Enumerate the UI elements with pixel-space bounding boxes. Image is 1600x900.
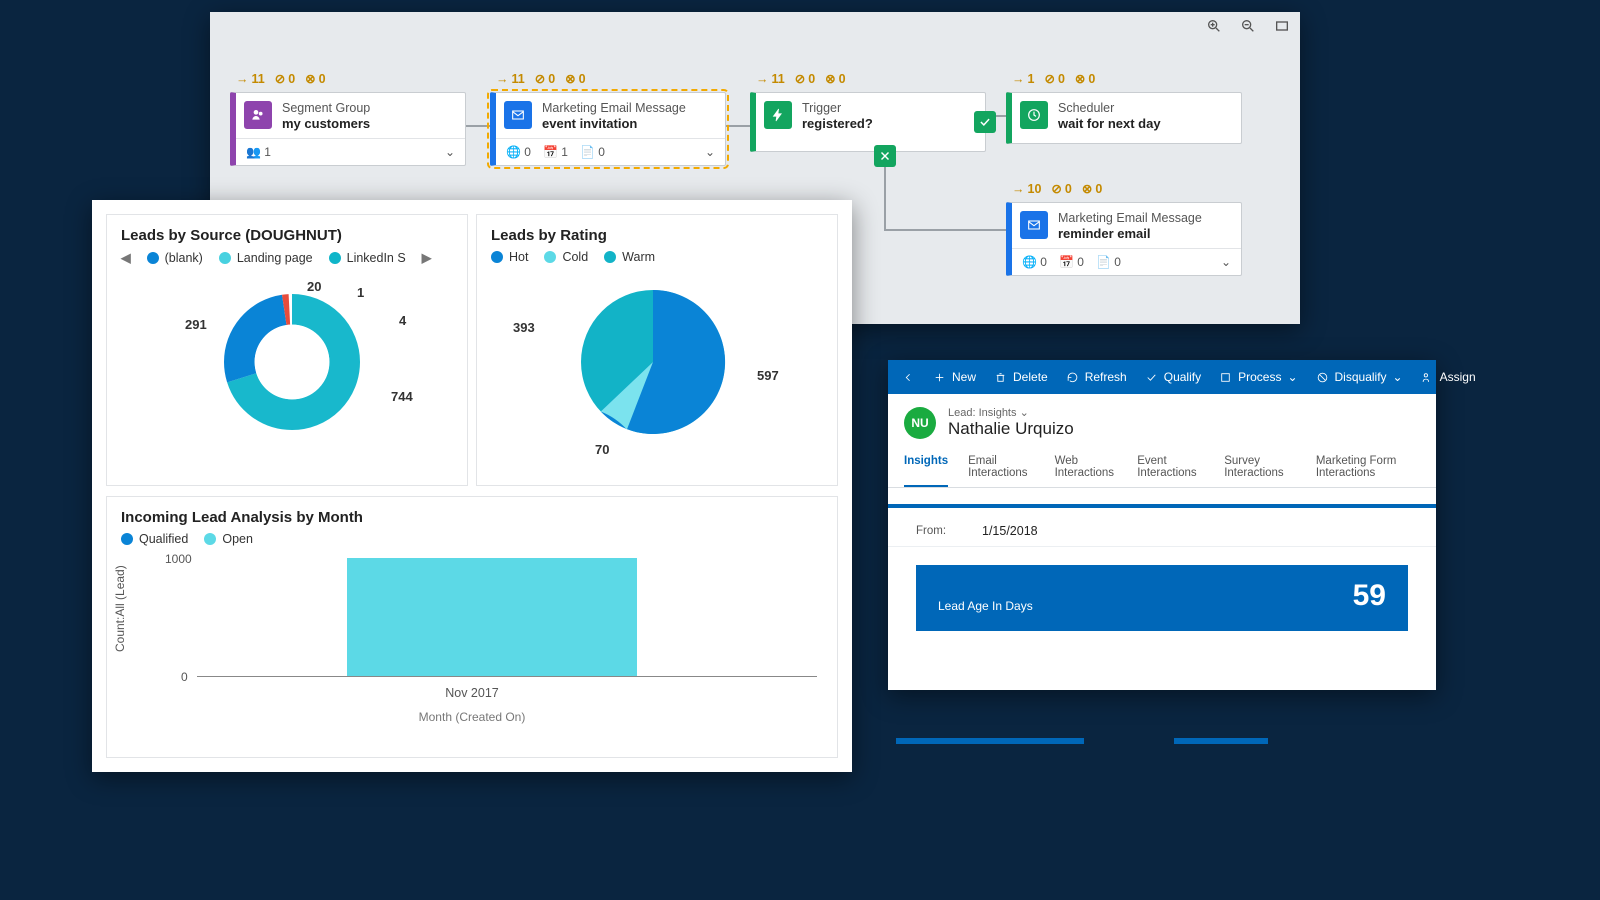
from-date-input[interactable] — [982, 524, 1143, 538]
zoom-in-icon[interactable] — [1206, 18, 1222, 37]
slice-label: 70 — [595, 442, 609, 457]
slice-label: 1 — [357, 285, 364, 300]
slice-label: 744 — [391, 389, 413, 404]
slice-label: 4 — [399, 313, 406, 328]
chevron-down-icon[interactable]: ⌄ — [1221, 255, 1231, 269]
tab-insights[interactable]: Insights — [904, 447, 948, 487]
globe-icon: 🌐 0 — [1022, 255, 1047, 269]
calendar-icon: 📅 0 — [1059, 255, 1084, 269]
file-icon: 📄 0 — [580, 145, 605, 159]
chart-legend: Hot Cold Warm — [477, 250, 837, 270]
y-axis-label: Count:All (Lead) — [113, 565, 127, 652]
node-sub: wait for next day — [1058, 116, 1161, 132]
journey-toolbar — [1206, 18, 1290, 37]
node-stats: →1 ⊘0 ⊗0 — [1012, 71, 1095, 86]
kpi-value: 59 — [1353, 579, 1386, 613]
close-icon — [874, 145, 896, 167]
x-axis-label: Month (Created On) — [107, 710, 837, 724]
legend-next-icon[interactable]: ▶ — [422, 250, 432, 265]
chevron-down-icon[interactable]: ⌄ — [705, 145, 715, 159]
segment-icon — [244, 101, 272, 129]
zoom-out-icon[interactable] — [1240, 18, 1256, 37]
node-stats: →11 ⊘0 ⊗0 — [496, 71, 586, 86]
node-sub: registered? — [802, 116, 873, 132]
tab-survey-interactions[interactable]: Survey Interactions — [1224, 447, 1296, 487]
accent-bar — [896, 738, 1084, 744]
chart-leads-by-rating[interactable]: Leads by Rating Hot Cold Warm 597 393 70 — [476, 214, 838, 486]
journey-node-segment[interactable]: →11 ⊘0 ⊗0 Segment Group my customers 👥 1… — [230, 92, 466, 166]
chart-legend: Qualified Open — [107, 532, 837, 552]
kpi-label: Lead Age In Days — [938, 599, 1033, 613]
new-button[interactable]: New — [925, 366, 984, 388]
x-tick: Nov 2017 — [107, 686, 837, 700]
chevron-down-icon: ⌄ — [1393, 370, 1403, 384]
chevron-down-icon: ⌄ — [1287, 370, 1297, 384]
qualify-button[interactable]: Qualify — [1137, 366, 1209, 388]
node-stats: →11 ⊘0 ⊗0 — [236, 71, 326, 86]
legend-prev-icon[interactable]: ◀ — [121, 250, 131, 265]
email-icon — [1020, 211, 1048, 239]
globe-icon: 🌐 0 — [506, 145, 531, 159]
process-button[interactable]: Process ⌄ — [1211, 366, 1305, 388]
chart-title: Incoming Lead Analysis by Month — [107, 497, 837, 532]
chart-legend: ◀ (blank) Landing page LinkedIn S ▶ — [107, 250, 467, 271]
node-sub: my customers — [282, 116, 370, 132]
file-icon: 📄 0 — [1096, 255, 1121, 269]
back-button[interactable] — [894, 367, 923, 388]
node-title: Marketing Email Message — [542, 101, 686, 116]
tab-form-interactions[interactable]: Marketing Form Interactions — [1316, 447, 1420, 487]
chart-incoming-lead-month[interactable]: Incoming Lead Analysis by Month Qualifie… — [106, 496, 838, 758]
tab-web-interactions[interactable]: Web Interactions — [1055, 447, 1118, 487]
journey-node-trigger[interactable]: →11 ⊘0 ⊗0 Trigger registered? — [750, 92, 986, 152]
node-sub: event invitation — [542, 116, 686, 132]
assign-button[interactable]: Assign — [1413, 366, 1484, 388]
avatar: NU — [904, 407, 936, 439]
record-tabs: Insights Email Interactions Web Interact… — [888, 447, 1436, 488]
from-label: From: — [916, 525, 964, 537]
people-icon: 👥 1 — [246, 145, 271, 159]
node-title: Scheduler — [1058, 101, 1161, 116]
record-name: Nathalie Urquizo — [948, 419, 1074, 439]
node-stats: →10 ⊘0 ⊗0 — [1012, 181, 1102, 196]
disqualify-button[interactable]: Disqualify ⌄ — [1308, 366, 1411, 388]
accent-bar — [1174, 738, 1268, 744]
journey-node-scheduler[interactable]: →1 ⊘0 ⊗0 Scheduler wait for next day — [1006, 92, 1242, 144]
check-icon — [974, 111, 996, 133]
clock-icon — [1020, 101, 1048, 129]
delete-button[interactable]: Delete — [986, 366, 1056, 388]
breadcrumb[interactable]: Lead: Insights ⌄ — [948, 406, 1074, 419]
refresh-button[interactable]: Refresh — [1058, 366, 1135, 388]
journey-node-email-reminder[interactable]: →10 ⊘0 ⊗0 Marketing Email Message remind… — [1006, 202, 1242, 276]
bar-open — [347, 558, 637, 676]
slice-label: 291 — [185, 317, 207, 332]
lead-record-panel: New Delete Refresh Qualify Process ⌄ Dis… — [888, 360, 1436, 690]
chart-leads-by-source[interactable]: Leads by Source (DOUGHNUT) ◀ (blank) Lan… — [106, 214, 468, 486]
tab-email-interactions[interactable]: Email Interactions — [968, 447, 1035, 487]
calendar-icon: 📅 1 — [543, 145, 568, 159]
y-tick: 1000 — [165, 552, 192, 566]
node-title: Marketing Email Message — [1058, 211, 1202, 226]
slice-label: 20 — [307, 279, 321, 294]
slice-label: 597 — [757, 368, 779, 383]
node-title: Trigger — [802, 101, 873, 116]
command-bar: New Delete Refresh Qualify Process ⌄ Dis… — [888, 360, 1436, 394]
chart-title: Leads by Source (DOUGHNUT) — [107, 215, 467, 250]
email-icon — [504, 101, 532, 129]
kpi-lead-age: Lead Age In Days 59 — [916, 565, 1408, 631]
chevron-down-icon: ⌄ — [1020, 407, 1029, 419]
chart-title: Leads by Rating — [477, 215, 837, 250]
node-stats: →11 ⊘0 ⊗0 — [756, 71, 846, 86]
journey-node-email-invitation[interactable]: →11 ⊘0 ⊗0 Marketing Email Message event … — [490, 92, 726, 166]
slice-label: 393 — [513, 320, 535, 335]
node-sub: reminder email — [1058, 226, 1202, 242]
trigger-icon — [764, 101, 792, 129]
dashboard-panel: Leads by Source (DOUGHNUT) ◀ (blank) Lan… — [92, 200, 852, 772]
y-tick: 0 — [181, 670, 188, 684]
node-title: Segment Group — [282, 101, 370, 116]
chevron-down-icon[interactable]: ⌄ — [445, 145, 455, 159]
tab-event-interactions[interactable]: Event Interactions — [1137, 447, 1204, 487]
fit-icon[interactable] — [1274, 18, 1290, 37]
